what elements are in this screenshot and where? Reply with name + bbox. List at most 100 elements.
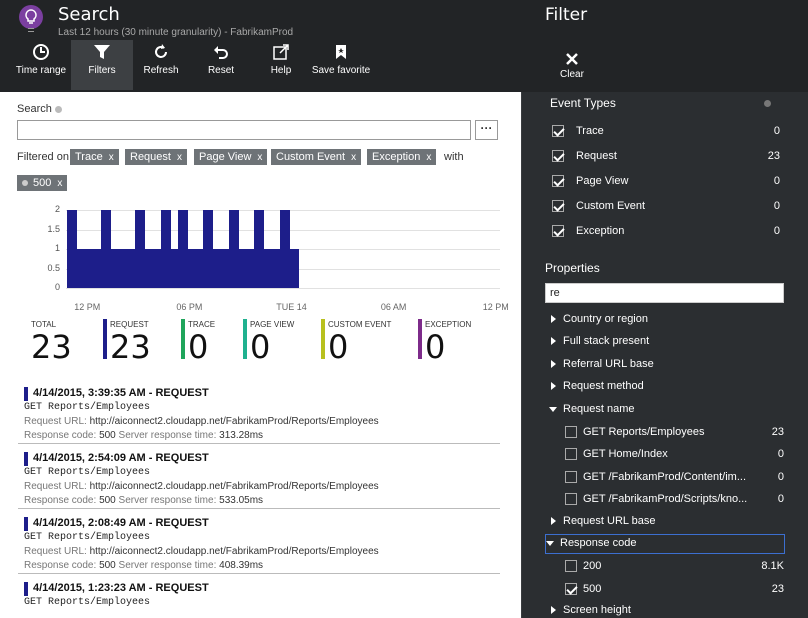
event-type-exception[interactable]: Exception 0 <box>552 224 782 240</box>
property-request-name[interactable]: Request name <box>549 401 789 419</box>
property-label: Referral URL base <box>563 357 654 370</box>
property-value[interactable]: 200 8.1K <box>565 557 784 575</box>
property-country-or-region[interactable]: Country or region <box>549 311 789 329</box>
info-icon[interactable] <box>764 100 771 107</box>
property-full-stack-present[interactable]: Full stack present <box>549 333 789 351</box>
checkbox[interactable] <box>565 448 577 461</box>
result-item[interactable]: 4/14/2015, 1:23:23 AM - REQUEST GET Repor… <box>18 575 500 618</box>
remove-chip-icon[interactable]: x <box>426 152 431 163</box>
checkbox[interactable] <box>565 560 577 573</box>
save-favorite-button[interactable]: Save favorite <box>310 40 372 90</box>
response-time-label: Server response time: <box>118 495 217 506</box>
page-subtitle: Last 12 hours (30 minute granularity) - … <box>58 27 294 38</box>
properties-search-input[interactable] <box>545 283 784 303</box>
caret-down-icon[interactable] <box>549 406 557 412</box>
result-url-line: Request URL: http://aiconnect2.cloudapp.… <box>24 546 379 557</box>
chip-label: Custom Event <box>276 151 346 163</box>
caret-down-icon[interactable] <box>546 541 554 546</box>
property-value-count: 0 <box>777 493 784 506</box>
checkbox[interactable] <box>552 150 564 162</box>
caret-right-icon[interactable] <box>551 359 556 368</box>
property-value-label: 200 <box>583 560 602 573</box>
property-screen-height[interactable]: Screen height <box>549 602 789 618</box>
refresh-button[interactable]: Refresh <box>130 40 192 90</box>
info-icon[interactable] <box>55 106 62 113</box>
clear-button[interactable]: Clear <box>552 52 592 80</box>
chip-label: Exception <box>372 151 421 163</box>
event-type-label: Trace <box>576 125 604 137</box>
checkbox[interactable] <box>565 493 577 506</box>
property-referral-url-base[interactable]: Referral URL base <box>549 356 789 374</box>
checkbox[interactable] <box>552 200 564 212</box>
remove-chip-icon[interactable]: x <box>109 152 114 163</box>
property-value[interactable]: 500 23 <box>565 580 784 598</box>
property-value[interactable]: GET Home/Index 0 <box>565 445 784 463</box>
filter-panel-body: Event Types Trace 0 Request 23 Page View 0 Cus… <box>521 92 808 618</box>
result-item[interactable]: 4/14/2015, 2:54:09 AM - REQUEST GET Repor… <box>18 445 500 509</box>
event-type-count: 23 <box>767 150 780 162</box>
result-response-line: Response code: 500 Server response time:… <box>24 430 263 441</box>
response-code-label: Response code: <box>24 495 97 506</box>
properties-heading: Properties <box>545 261 600 275</box>
remove-chip-icon[interactable]: x <box>57 178 62 189</box>
caret-right-icon[interactable] <box>551 337 556 346</box>
remove-chip-icon[interactable]: x <box>351 152 356 163</box>
result-url-line: Request URL: http://aiconnect2.cloudapp.… <box>24 481 379 492</box>
event-type-request[interactable]: Request 23 <box>552 149 782 165</box>
url-value: http://aiconnect2.cloudapp.net/FabrikamP… <box>89 546 379 557</box>
stat-value: 0 <box>328 328 349 366</box>
help-button[interactable]: Help <box>250 40 312 90</box>
response-code-chip[interactable]: 500 x <box>17 175 68 191</box>
external-link-icon <box>250 43 312 65</box>
remove-chip-icon[interactable]: x <box>257 152 262 163</box>
toolbar-label: Save favorite <box>311 65 371 76</box>
caret-right-icon[interactable] <box>551 606 556 615</box>
property-value-count: 23 <box>771 426 784 438</box>
property-request-url-base[interactable]: Request URL base <box>549 513 789 531</box>
url-value: http://aiconnect2.cloudapp.net/FabrikamP… <box>89 416 379 427</box>
more-options-button[interactable]: ··· <box>475 120 498 140</box>
result-title[interactable]: 4/14/2015, 3:39:35 AM - REQUEST <box>33 387 209 399</box>
event-type-page-view[interactable]: Page View 0 <box>552 174 782 190</box>
time-range-button[interactable]: Time range <box>10 40 72 90</box>
caret-right-icon[interactable] <box>551 382 556 391</box>
event-type-count: 0 <box>773 175 780 187</box>
y-tick-label: 0.5 <box>47 262 60 273</box>
property-value[interactable]: GET /FabrikamProd/Content/im... 0 <box>565 468 784 486</box>
result-title[interactable]: 4/14/2015, 2:08:49 AM - REQUEST <box>33 517 209 529</box>
with-label: with <box>444 151 464 163</box>
property-value[interactable]: GET /FabrikamProd/Scripts/kno... 0 <box>565 490 784 508</box>
filter-chip[interactable]: Page View x <box>194 149 268 165</box>
property-value[interactable]: GET Reports/Employees 23 <box>565 423 784 441</box>
request-type-marker <box>24 387 28 401</box>
filter-chip[interactable]: Request x <box>125 149 187 165</box>
filter-chip[interactable]: Exception x <box>367 149 437 165</box>
response-code-value: 500 <box>99 495 116 506</box>
checkbox[interactable] <box>552 125 564 137</box>
checkbox[interactable] <box>565 582 577 595</box>
result-title[interactable]: 4/14/2015, 1:23:23 AM - REQUEST <box>33 582 209 594</box>
property-request-method[interactable]: Request method <box>549 378 789 396</box>
event-type-custom-event[interactable]: Custom Event 0 <box>552 199 782 215</box>
chart-gridline <box>66 288 500 289</box>
search-input[interactable] <box>17 120 471 140</box>
filters-button[interactable]: Filters <box>71 40 133 90</box>
reset-button[interactable]: Reset <box>190 40 252 90</box>
result-item[interactable]: 4/14/2015, 2:08:49 AM - REQUEST GET Repor… <box>18 510 500 574</box>
checkbox[interactable] <box>552 175 564 187</box>
property-response-code[interactable]: Response code <box>545 534 785 554</box>
result-item[interactable]: 4/14/2015, 3:39:35 AM - REQUEST GET Repor… <box>18 380 500 444</box>
checkbox[interactable] <box>565 426 577 438</box>
remove-chip-icon[interactable]: x <box>177 152 182 163</box>
filter-chip[interactable]: Custom Event x <box>271 149 362 165</box>
caret-right-icon[interactable] <box>551 516 556 525</box>
result-title[interactable]: 4/14/2015, 2:54:09 AM - REQUEST <box>33 452 209 464</box>
filter-chip[interactable]: Trace x <box>70 149 119 165</box>
event-type-label: Page View <box>576 175 629 187</box>
response-time-label: Server response time: <box>118 560 217 571</box>
event-type-trace[interactable]: Trace 0 <box>552 124 782 140</box>
checkbox[interactable] <box>552 225 564 237</box>
checkbox[interactable] <box>565 470 577 483</box>
property-value-label: GET Home/Index <box>583 448 668 461</box>
caret-right-icon[interactable] <box>551 315 556 323</box>
